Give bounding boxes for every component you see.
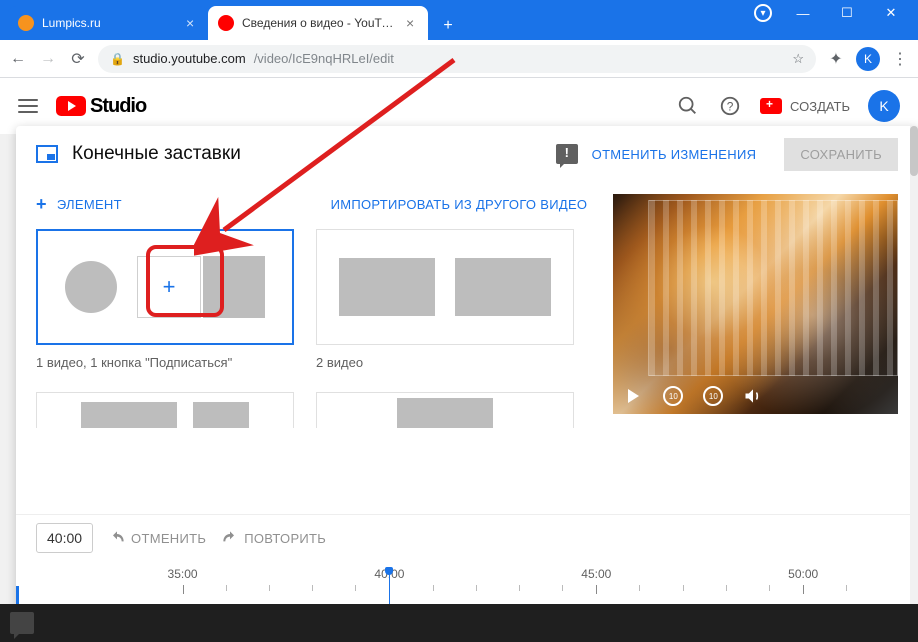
volume-button[interactable] (743, 386, 763, 406)
shield-icon[interactable]: ▾ (754, 4, 772, 22)
tab-title: Lumpics.ru (42, 16, 178, 30)
scrollbar[interactable] (910, 126, 918, 642)
create-label: СОЗДАТЬ (790, 99, 850, 114)
template-wrap: 2 видео (316, 229, 574, 370)
browser-toolbar: ← → ⟳ 🔒 studio.youtube.com/video/IcE9nqH… (0, 40, 918, 78)
template-card-partial[interactable] (316, 392, 574, 428)
tab-favicon (218, 15, 234, 31)
studio-logo[interactable]: Studio (56, 95, 146, 118)
forward-button[interactable]: → (38, 50, 58, 68)
undo-label: ОТМЕНИТЬ (131, 531, 206, 546)
feedback-icon[interactable] (10, 612, 34, 634)
url-path: /video/IcE9nqHRLeI/edit (254, 51, 394, 66)
window-minimize[interactable]: — (790, 6, 816, 21)
create-button[interactable]: СОЗДАТЬ (760, 98, 850, 114)
background-bottom-bar (0, 604, 918, 642)
template-card-2video[interactable] (316, 229, 574, 345)
plus-icon: + (36, 194, 47, 215)
video-rect-placeholder (203, 256, 265, 318)
template-label: 1 видео, 1 кнопка "Подписаться" (36, 355, 294, 370)
templates-column: + ЭЛЕМЕНТ ИМПОРТИРОВАТЬ ИЗ ДРУГОГО ВИДЕО… (36, 194, 593, 512)
import-from-video-button[interactable]: ИМПОРТИРОВАТЬ ИЗ ДРУГОГО ВИДЕО (331, 194, 588, 215)
template-card-partial[interactable] (36, 392, 294, 428)
redo-button[interactable]: ПОВТОРИТЬ (222, 530, 326, 546)
add-element-label: ЭЛЕМЕНТ (57, 197, 122, 212)
browser-tab-active[interactable]: Сведения о видео - YouTube Studio × (208, 6, 428, 40)
star-icon[interactable]: ☆ (792, 51, 804, 67)
logo-text: Studio (90, 95, 146, 118)
close-icon[interactable]: × (406, 15, 418, 31)
close-icon[interactable]: × (186, 15, 198, 31)
preview-controls: 10 10 (623, 386, 763, 406)
hamburger-icon[interactable] (18, 99, 38, 113)
tab-title: Сведения о видео - YouTube Studio (242, 16, 398, 30)
browser-tab[interactable]: Lumpics.ru × (8, 6, 208, 40)
camera-plus-icon (760, 98, 782, 114)
tick-label: 35:00 (168, 567, 198, 581)
tick-label: 50:00 (788, 567, 818, 581)
add-video-slot[interactable]: + (137, 256, 201, 318)
skip-back-button[interactable]: 10 (663, 386, 683, 406)
play-button[interactable] (623, 386, 643, 406)
video-rect-placeholder (81, 402, 177, 428)
new-tab-button[interactable]: + (434, 12, 462, 40)
video-rect-placeholder (193, 402, 249, 428)
browser-titlebar: Lumpics.ru × Сведения о видео - YouTube … (0, 0, 918, 40)
panel-title: Конечные заставки (72, 143, 241, 165)
timecode-input[interactable]: 40:00 (36, 523, 93, 553)
menu-icon[interactable]: ⋮ (890, 49, 910, 69)
user-avatar[interactable]: K (868, 90, 900, 122)
panel-header: Конечные заставки ОТМЕНИТЬ ИЗМЕНЕНИЯ СОХ… (16, 126, 918, 182)
extensions-icon[interactable]: ✦ (826, 49, 846, 69)
redo-label: ПОВТОРИТЬ (244, 531, 326, 546)
template-card-1video-subscribe[interactable]: + (36, 229, 294, 345)
tab-favicon (18, 15, 34, 31)
video-preview[interactable]: 10 10 (613, 194, 898, 414)
skip-forward-button[interactable]: 10 (703, 386, 723, 406)
page-content: Studio ? СОЗДАТЬ K Конечные заставки ОТМ… (0, 78, 918, 642)
endscreen-safe-area (648, 200, 898, 376)
svg-text:?: ? (727, 100, 734, 114)
window-maximize[interactable]: ☐ (834, 5, 860, 21)
address-bar[interactable]: 🔒 studio.youtube.com/video/IcE9nqHRLeI/e… (98, 45, 816, 73)
undo-button[interactable]: ОТМЕНИТЬ (109, 530, 206, 546)
reload-button[interactable]: ⟳ (68, 49, 88, 69)
youtube-play-icon (56, 96, 86, 116)
add-element-button[interactable]: + ЭЛЕМЕНТ (36, 194, 122, 215)
video-rect-placeholder (339, 258, 435, 316)
url-host: studio.youtube.com (133, 51, 246, 66)
window-controls: ▾ — ☐ ✕ (740, 0, 918, 26)
tick-label: 45:00 (581, 567, 611, 581)
endscreens-panel: Конечные заставки ОТМЕНИТЬ ИЗМЕНЕНИЯ СОХ… (16, 126, 918, 642)
window-close[interactable]: ✕ (878, 5, 904, 21)
help-icon[interactable]: ? (718, 95, 742, 117)
endscreen-icon (36, 145, 58, 163)
subscribe-circle-placeholder (65, 261, 117, 313)
lock-icon: 🔒 (110, 52, 125, 66)
video-rect-placeholder (397, 398, 493, 428)
back-button[interactable]: ← (8, 50, 28, 68)
save-button[interactable]: СОХРАНИТЬ (784, 138, 898, 171)
feedback-icon[interactable] (556, 144, 578, 164)
profile-avatar[interactable]: K (856, 47, 880, 71)
search-icon[interactable] (676, 95, 700, 117)
video-rect-placeholder (455, 258, 551, 316)
template-label: 2 видео (316, 355, 574, 370)
discard-button[interactable]: ОТМЕНИТЬ ИЗМЕНЕНИЯ (592, 147, 757, 162)
template-wrap: + 1 видео, 1 кнопка "Подписаться" (36, 229, 294, 370)
